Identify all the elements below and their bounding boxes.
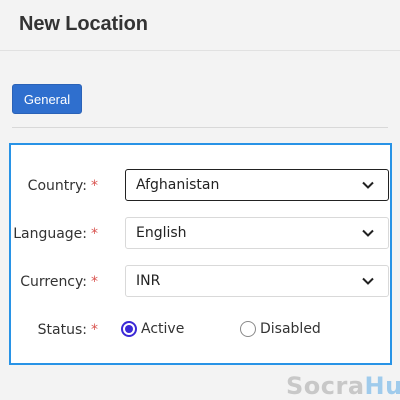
chevron-down-icon [362,181,374,189]
country-select[interactable]: Afghanistan [125,169,389,201]
required-marker: * [91,178,98,194]
required-marker: * [91,274,98,290]
currency-select-value: INR [136,273,161,289]
page-title: New Location [19,13,148,35]
country-label-text: Country: [27,178,87,194]
language-label-text: Language: [13,226,87,242]
page-header: New Location [0,0,400,51]
required-marker: * [91,322,98,338]
chevron-down-icon [362,277,374,285]
language-select-value: English [136,225,187,241]
watermark-part-socra: Socra [286,372,365,400]
language-select[interactable]: English [125,217,389,249]
status-disabled-option[interactable]: Disabled [240,321,321,337]
status-label-text: Status: [37,322,87,338]
tab-general[interactable]: General [12,84,82,114]
currency-label-text: Currency: [20,274,87,290]
status-label: Status: * [38,322,98,338]
tab-divider [12,127,388,128]
currency-label: Currency: * [20,274,98,290]
watermark-part-hub: Hub [364,372,400,400]
required-marker: * [91,226,98,242]
status-disabled-radio[interactable] [240,321,256,337]
location-form-panel: Country: * Afghanistan Language: * English… [9,143,392,365]
status-active-option[interactable]: Active [121,321,184,337]
brand-watermark: SocraHub [286,372,400,400]
country-label: Country: * [28,178,98,194]
status-active-label: Active [141,321,185,337]
status-disabled-label: Disabled [260,321,321,337]
country-select-value: Afghanistan [136,177,220,193]
chevron-down-icon [362,229,374,237]
status-active-radio[interactable] [121,321,137,337]
currency-select[interactable]: INR [125,265,389,297]
language-label: Language: * [13,226,98,242]
